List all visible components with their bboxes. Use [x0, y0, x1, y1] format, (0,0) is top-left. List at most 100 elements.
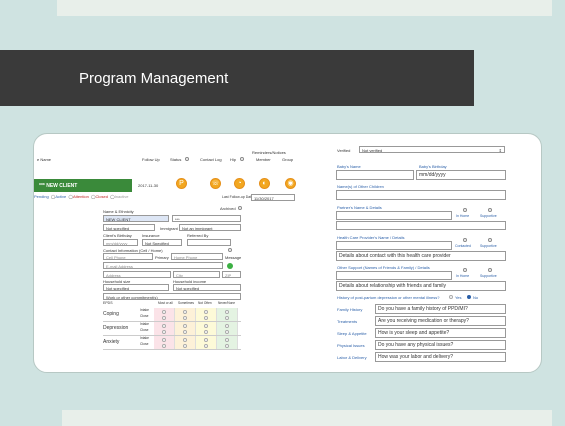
partner-in-home-label: In Home — [456, 214, 470, 218]
history-yes-radio[interactable] — [449, 295, 453, 299]
grid-radio[interactable] — [204, 324, 208, 328]
qa-input[interactable]: How is your sleep and appetite? — [375, 328, 506, 338]
client-name-input-2[interactable]: *** — [172, 215, 241, 222]
qa-input[interactable]: Are you receiving medication or therapy? — [375, 316, 506, 326]
city-input[interactable]: City — [173, 271, 220, 278]
email-status-icon[interactable] — [227, 263, 233, 269]
hip-icon[interactable]: ◔ — [234, 178, 245, 189]
address-input[interactable]: Address — [103, 271, 171, 278]
history-no-radio[interactable] — [467, 295, 471, 299]
grid-radio[interactable] — [204, 338, 208, 342]
grid-radio[interactable] — [183, 344, 187, 348]
other-in-home-checkbox[interactable] — [463, 268, 467, 272]
other-support-input[interactable] — [336, 271, 452, 280]
grid-radio[interactable] — [225, 344, 229, 348]
grid-radio[interactable] — [183, 324, 187, 328]
contact-log-icon[interactable]: ☏ — [210, 178, 221, 189]
grid-radio[interactable] — [162, 310, 166, 314]
top-decoration-bar — [57, 0, 552, 16]
referred-label: Referred By — [187, 233, 209, 238]
hip-checkbox[interactable] — [240, 157, 244, 161]
member-icon[interactable]: ◐ — [259, 178, 270, 189]
status-inactive[interactable]: Inactive — [115, 194, 129, 199]
hcp-input[interactable] — [336, 241, 452, 250]
message-checkbox[interactable] — [228, 248, 232, 252]
insurance-select[interactable]: Not Specified — [142, 239, 182, 246]
grid-radio[interactable] — [183, 310, 187, 314]
last-follow-input[interactable]: 11/30/2017 — [251, 194, 295, 201]
grid-radio[interactable] — [162, 338, 166, 342]
group-label: Group — [282, 157, 294, 162]
hcp-supportive-checkbox[interactable] — [488, 238, 492, 242]
partner-in-home-checkbox[interactable] — [463, 208, 467, 212]
qa-input[interactable]: How was your labor and delivery? — [375, 352, 506, 362]
zip-input[interactable]: ZIP — [222, 271, 241, 278]
grid-radio[interactable] — [183, 316, 187, 320]
partner-input[interactable] — [336, 211, 452, 220]
qa-label: Family History — [337, 307, 363, 312]
grid-radio[interactable] — [225, 324, 229, 328]
household-size-select[interactable]: Not specified — [103, 284, 169, 291]
household-income-select[interactable]: Not specified — [173, 284, 241, 291]
grid-radio[interactable] — [204, 330, 208, 334]
grid-radio[interactable] — [225, 316, 229, 320]
status-icon[interactable]: P — [176, 178, 187, 189]
grid-radio[interactable] — [225, 310, 229, 314]
partner-supportive-checkbox[interactable] — [488, 208, 492, 212]
home-phone-input[interactable]: Home Phone — [171, 253, 223, 260]
insurance-label: Insurance — [142, 233, 160, 238]
hcp-details-input[interactable]: Details about contact with this health c… — [336, 251, 506, 261]
hcp-contacted-label: Contacted — [455, 244, 471, 248]
grid-radio[interactable] — [183, 338, 187, 342]
client-name-input[interactable]: NEW CLIENT — [103, 215, 169, 222]
hip-label: Hip — [230, 157, 237, 162]
grid-radio[interactable] — [162, 344, 166, 348]
other-supportive-checkbox[interactable] — [488, 268, 492, 272]
ethnicity-select[interactable]: Not specified — [103, 224, 155, 231]
grid-radio[interactable] — [225, 330, 229, 334]
slide-title: Program Management — [79, 70, 229, 87]
verified-select[interactable]: Not verified ⇕ — [359, 146, 505, 153]
status-closed[interactable]: Closed — [96, 194, 108, 199]
status-checkbox[interactable] — [185, 157, 189, 161]
grid-radio[interactable] — [225, 338, 229, 342]
grid-radio[interactable] — [162, 324, 166, 328]
work-input[interactable]: Work or other commitment(s) — [103, 293, 241, 300]
email-input[interactable]: E-mail Address — [103, 262, 223, 269]
grid-radio[interactable] — [204, 310, 208, 314]
history-yes-label: Yes — [455, 295, 462, 300]
grid-radio[interactable] — [162, 316, 166, 320]
name-column-label: e Name — [37, 157, 52, 162]
client-name-bar[interactable]: *** NEW CLIENT — [34, 179, 132, 192]
immigrant-select[interactable]: Not an immigrant — [179, 224, 241, 231]
grid-col-2: Sometimes — [178, 301, 194, 305]
primary-label: Primary — [155, 255, 169, 260]
name-ethnicity-label: Name & Ethnicity — [103, 209, 134, 214]
qa-input[interactable]: Do you have any physical issues? — [375, 340, 506, 350]
grid-radio[interactable] — [162, 330, 166, 334]
birthday-input[interactable]: mm/dd/yyyy — [103, 239, 138, 246]
qa-input[interactable]: Do you have a family history of PPD/MI? — [375, 304, 506, 314]
cell-phone-input[interactable]: Cell Phone — [103, 253, 153, 260]
grid-radio[interactable] — [204, 344, 208, 348]
baby-birthday-input[interactable]: mm/dd/yyyy — [416, 170, 506, 180]
hcp-supportive-label: Supportive — [480, 244, 497, 248]
group-icon[interactable]: ◉ — [285, 178, 296, 189]
other-children-label: Name(s) of Other Children — [337, 184, 384, 189]
status-label: Status — [170, 157, 182, 162]
grid-radio[interactable] — [183, 330, 187, 334]
partner-details-input[interactable] — [336, 221, 506, 230]
status-active[interactable]: Active — [55, 194, 66, 199]
hcp-contacted-checkbox[interactable] — [463, 238, 467, 242]
baby-name-input[interactable] — [336, 170, 414, 180]
status-attention[interactable]: Attention — [73, 194, 89, 199]
grid-radio[interactable] — [204, 316, 208, 320]
other-details-input[interactable]: Details about relationship with friends … — [336, 281, 506, 291]
other-children-input[interactable] — [336, 190, 506, 200]
slide-title-bar: Program Management — [0, 50, 474, 106]
grid-col-4: Never/None — [218, 301, 236, 305]
referred-input[interactable] — [187, 239, 231, 246]
status-pending[interactable]: Pending — [34, 194, 49, 199]
immigrant-label: Immigrant — [160, 226, 178, 231]
archived-checkbox[interactable] — [238, 206, 242, 210]
